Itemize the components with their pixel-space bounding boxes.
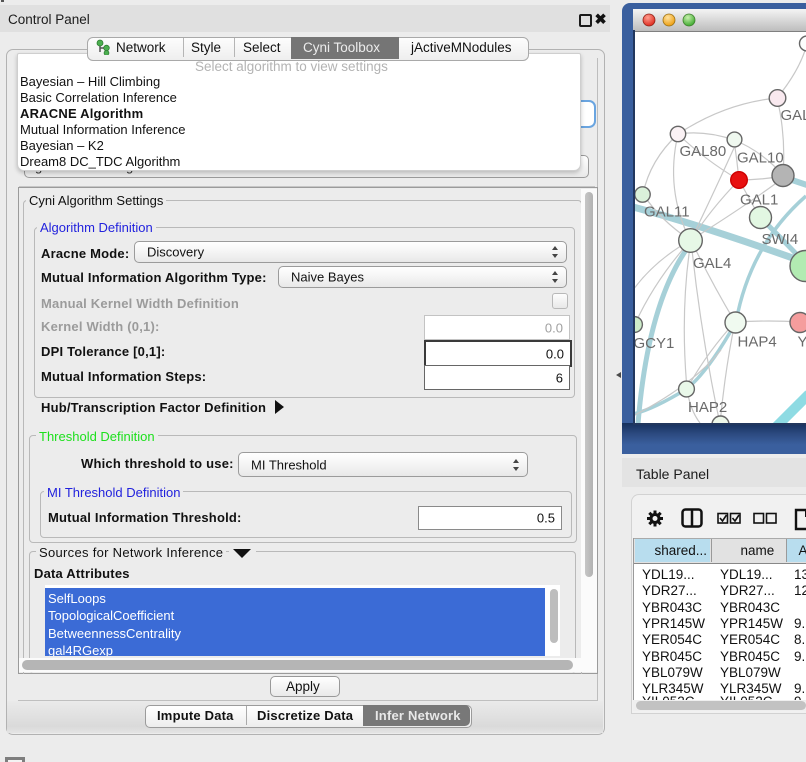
svg-text:GAL11: GAL11 — [644, 204, 690, 221]
svg-text:GAL10: GAL10 — [737, 150, 784, 167]
svg-text:GAL2: GAL2 — [781, 107, 806, 124]
svg-text:HAP4: HAP4 — [738, 334, 777, 351]
svg-text:YM: YM — [798, 334, 806, 351]
svg-text:SWI4: SWI4 — [762, 231, 799, 248]
svg-text:GAL1: GAL1 — [740, 192, 778, 209]
svg-text:GCY1: GCY1 — [634, 335, 675, 352]
svg-text:HAP2: HAP2 — [688, 399, 727, 416]
svg-text:GAL80: GAL80 — [680, 143, 727, 160]
svg-text:GAL4: GAL4 — [693, 255, 731, 272]
